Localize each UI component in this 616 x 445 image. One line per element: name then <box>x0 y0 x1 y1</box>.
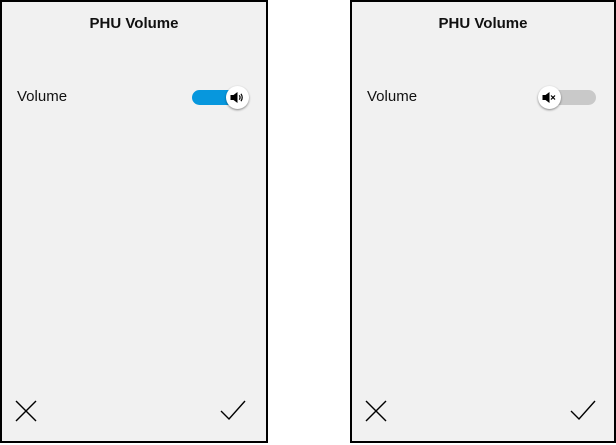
close-icon[interactable] <box>12 395 42 425</box>
checkmark-icon[interactable] <box>218 395 248 425</box>
toggle-knob[interactable] <box>226 86 249 109</box>
speaker-on-icon <box>230 92 243 103</box>
speaker-muted-icon <box>542 92 556 103</box>
volume-toggle[interactable] <box>192 86 250 110</box>
close-icon[interactable] <box>362 395 392 425</box>
toggle-knob[interactable] <box>538 86 561 109</box>
page-title: PHU Volume <box>438 15 528 32</box>
volume-toggle[interactable] <box>538 86 596 110</box>
checkmark-icon[interactable] <box>568 395 598 425</box>
phu-volume-screen-enabled: PHU Volume Volume <box>0 0 268 443</box>
volume-label: Volume <box>17 88 68 105</box>
volume-label: Volume <box>367 88 418 105</box>
phu-volume-screen-muted: PHU Volume Volume <box>350 0 616 443</box>
page-title: PHU Volume <box>89 15 179 32</box>
